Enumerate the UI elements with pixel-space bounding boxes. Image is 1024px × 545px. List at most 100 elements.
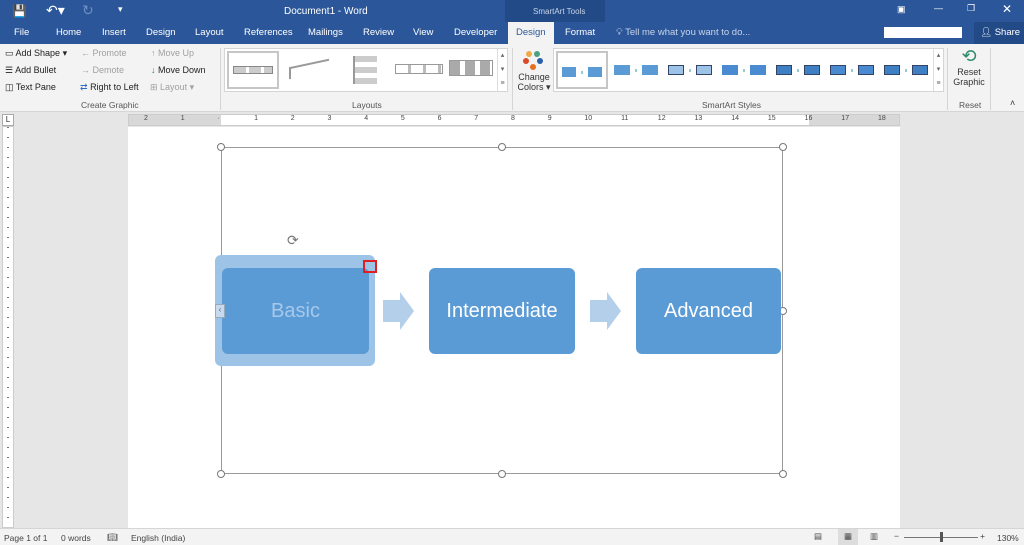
ruler-number: ·	[217, 115, 220, 122]
resize-handle[interactable]	[498, 143, 506, 151]
smartart-box-advanced[interactable]: Advanced	[636, 268, 781, 354]
layout-option-picture-process[interactable]	[447, 51, 495, 89]
ruler-number: 2	[290, 115, 295, 122]
zoom-in-button[interactable]: +	[980, 531, 985, 541]
layout-button[interactable]: ⊞ Layout ▾	[150, 82, 194, 93]
layout-option-accent-process[interactable]	[393, 51, 445, 89]
style-option[interactable]	[718, 51, 770, 89]
restore-button[interactable]: ❐	[967, 3, 975, 14]
minimize-button[interactable]: —	[934, 3, 943, 13]
styles-group-label: SmartArt Styles	[702, 100, 762, 110]
account-field[interactable]	[884, 27, 962, 38]
reset-group-label: Reset	[959, 100, 982, 110]
promote-button[interactable]: ← Promote	[81, 48, 127, 58]
add-shape-label: Add Shape	[15, 48, 61, 58]
resize-handle[interactable]	[779, 143, 787, 151]
style-option[interactable]	[664, 51, 716, 89]
language[interactable]: English (India)	[131, 533, 185, 543]
smartart-box-basic[interactable]: Basic	[222, 268, 369, 354]
text-pane-button[interactable]: ◫ Text Pane	[5, 82, 56, 93]
ruler-number: 1	[180, 115, 185, 122]
ruler-number: 17	[841, 115, 850, 122]
style-option[interactable]	[556, 51, 608, 89]
resize-handle[interactable]	[498, 470, 506, 478]
close-button[interactable]: ✕	[1002, 2, 1012, 16]
create-graphic-group-label: Create Graphic	[81, 100, 139, 110]
layout-option-step-up[interactable]	[283, 51, 335, 89]
collapse-ribbon-icon[interactable]: ˄	[1010, 98, 1015, 108]
change-colors-label: Change	[518, 72, 550, 82]
resize-handle[interactable]	[779, 470, 787, 478]
tab-layout[interactable]: Layout	[195, 27, 224, 38]
customize-qat-icon[interactable]: ▾	[118, 4, 123, 15]
right-to-left-button[interactable]: ⇄ Right to Left	[80, 82, 139, 93]
read-mode-icon[interactable]: ▤	[814, 531, 822, 542]
ruler-number: 13	[694, 115, 703, 122]
style-option[interactable]	[826, 51, 878, 89]
smartart-box-intermediate[interactable]: Intermediate	[429, 268, 575, 354]
tab-selector[interactable]: L	[2, 114, 14, 126]
tab-smartart-design[interactable]: Design	[508, 22, 554, 44]
promote-label: Promote	[92, 48, 127, 58]
rotate-handle-icon[interactable]: ⟳	[287, 232, 299, 249]
web-layout-icon[interactable]: ▥	[870, 531, 878, 542]
style-option[interactable]	[610, 51, 662, 89]
tab-design[interactable]: Design	[146, 27, 176, 38]
change-colors-label-2: Colors ▾	[517, 82, 551, 92]
zoom-level[interactable]: 130%	[997, 533, 1019, 543]
down-arrow-icon: ↓	[151, 65, 156, 75]
ruler-number: 4	[364, 115, 369, 122]
ruler-number: 11	[621, 115, 629, 122]
text-pane-toggle[interactable]: ‹	[215, 304, 225, 318]
styles-gallery-scroll[interactable]: ▴ ▾ ≡	[933, 49, 943, 91]
ruler-number: 1	[254, 115, 258, 122]
style-option[interactable]	[880, 51, 932, 89]
gallery-scroll[interactable]: ▴ ▾ ≡	[497, 49, 507, 91]
tell-me-box[interactable]: 💡︎ Tell me what you want to do...	[616, 27, 750, 38]
resize-handle[interactable]	[217, 143, 225, 151]
adjust-handle-highlight[interactable]	[363, 260, 377, 273]
layout-option-hierarchy[interactable]	[339, 51, 391, 89]
zoom-slider-thumb[interactable]	[940, 532, 943, 542]
horizontal-ruler[interactable]: 2 1 · 1 2 3 4 5 6 7 8 9 10 11 12 13 14 15 16 17 18	[128, 114, 900, 126]
style-option[interactable]	[772, 51, 824, 89]
tab-view[interactable]: View	[413, 27, 433, 38]
reset-graphic-button[interactable]: ⟲ Reset Graphic	[951, 46, 987, 98]
swap-icon: ⇄	[80, 82, 88, 92]
save-icon[interactable]: 💾	[12, 4, 27, 18]
move-down-button[interactable]: ↓ Move Down	[151, 65, 206, 75]
tab-review[interactable]: Review	[363, 27, 394, 38]
ruler-number: 2	[144, 115, 148, 122]
ribbon-display-icon[interactable]: ▣	[897, 4, 906, 15]
tab-file[interactable]: File	[14, 27, 29, 38]
tab-references[interactable]: References	[244, 27, 293, 38]
tab-home[interactable]: Home	[56, 27, 81, 38]
ruler-number: 15	[767, 115, 776, 122]
print-layout-icon[interactable]: ▦	[838, 529, 858, 545]
add-bullet-button[interactable]: ☰ Add Bullet	[5, 65, 56, 76]
undo-icon[interactable]: ↶▾	[46, 2, 65, 19]
move-down-label: Move Down	[158, 65, 206, 75]
tab-mailings[interactable]: Mailings	[308, 27, 343, 38]
redo-icon[interactable]: ↻	[82, 2, 94, 19]
vertical-ruler[interactable]	[2, 126, 14, 528]
tab-insert[interactable]: Insert	[102, 27, 126, 38]
tab-developer[interactable]: Developer	[454, 27, 497, 38]
layout-option-basic-process[interactable]	[227, 51, 279, 89]
ruler-number: 12	[657, 115, 666, 122]
move-up-button[interactable]: ↑ Move Up	[151, 48, 194, 58]
ruler-number: 14	[731, 115, 739, 122]
share-button[interactable]: 👤︎ Share	[974, 22, 1024, 44]
add-shape-button[interactable]: ▭ Add Shape ▾	[5, 48, 67, 59]
page-count[interactable]: Page 1 of 1	[4, 533, 47, 543]
layouts-group-label: Layouts	[352, 100, 382, 110]
demote-button[interactable]: → Demote	[81, 65, 124, 75]
text-pane-label: Text Pane	[15, 82, 56, 92]
reset-graphic-icon: ⟲	[961, 46, 977, 66]
word-count[interactable]: 0 words	[61, 533, 91, 543]
change-colors-button[interactable]: Change Colors ▾	[515, 48, 553, 98]
proofing-icon[interactable]: 📖︎	[107, 532, 118, 543]
zoom-out-button[interactable]: −	[894, 531, 899, 541]
tab-format[interactable]: Format	[565, 27, 595, 38]
resize-handle[interactable]	[217, 470, 225, 478]
